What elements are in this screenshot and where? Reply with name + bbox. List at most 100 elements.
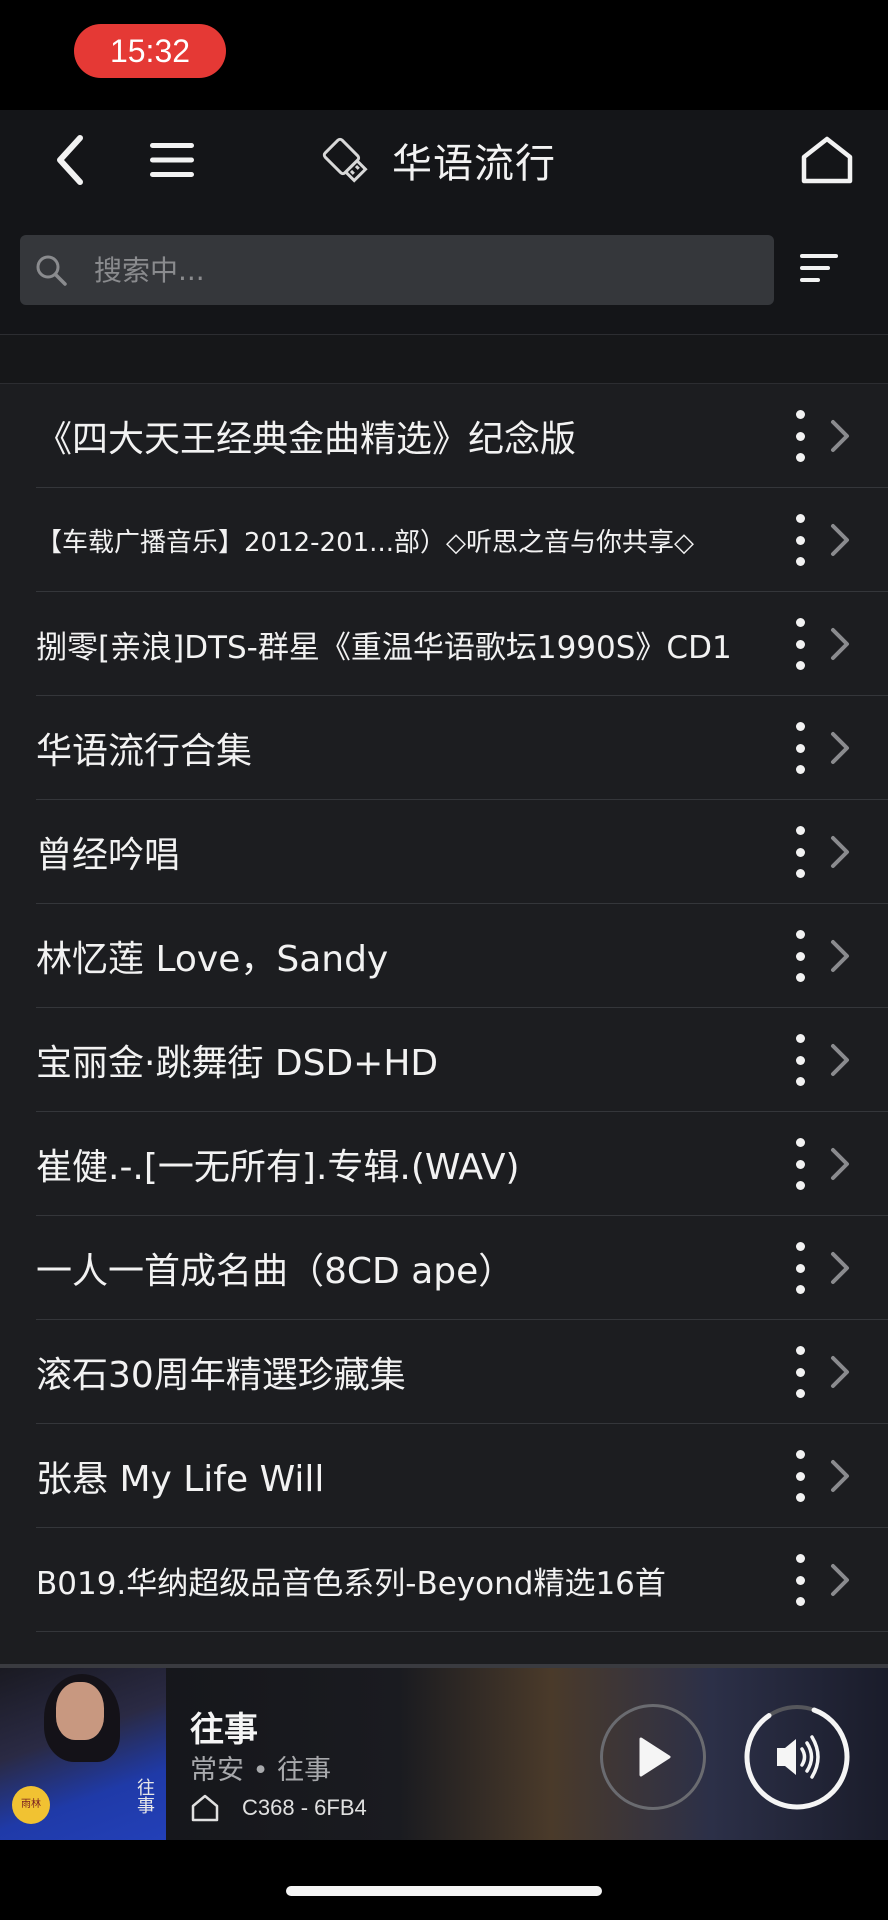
more-options-button[interactable] — [784, 1138, 816, 1190]
list-item-label: 崔健.-.[一无所有].专辑.(WAV) — [36, 1147, 520, 1188]
usb-icon — [320, 134, 372, 186]
sort-icon — [800, 254, 838, 282]
chevron-right-icon[interactable] — [828, 730, 852, 766]
list-item-label: 宝丽金·跳舞街 DSD+HD — [36, 1043, 439, 1084]
list-item[interactable]: 捌零[亲浪]DTS-群星《重温华语歌坛1990S》CD1 — [0, 592, 888, 696]
home-indicator[interactable] — [286, 1886, 602, 1896]
more-dot — [795, 1493, 805, 1502]
more-options-button[interactable] — [784, 1554, 816, 1606]
page-title: 华语流行 — [392, 141, 556, 187]
album-art-text: 往事 — [134, 1778, 155, 1814]
home-device-icon — [190, 1793, 220, 1823]
list-item[interactable]: 《四大天王经典金曲精选》纪念版 — [0, 384, 888, 488]
more-dot — [795, 1159, 805, 1169]
volume-button[interactable] — [744, 1704, 850, 1810]
list-item[interactable]: 宝丽金·跳舞街 DSD+HD — [0, 1008, 888, 1112]
chevron-right-icon[interactable] — [828, 1042, 852, 1078]
chevron-right-icon[interactable] — [828, 834, 852, 870]
more-dot — [795, 743, 805, 753]
list-item[interactable]: 华语流行合集 — [0, 696, 888, 800]
home-icon — [801, 136, 853, 184]
more-dot — [795, 1285, 805, 1294]
chevron-right-icon[interactable] — [828, 522, 852, 558]
more-dot — [795, 1389, 805, 1398]
more-options-button[interactable] — [784, 618, 816, 670]
more-dot — [795, 1077, 805, 1086]
list-item-label: 【车载广播音乐】2012-201...部）◇听思之音与你共享◇ — [36, 527, 694, 558]
more-dot — [795, 1263, 805, 1273]
more-dot — [795, 847, 805, 857]
more-options-button[interactable] — [784, 410, 816, 462]
search-row — [0, 210, 888, 334]
more-dot — [795, 973, 805, 982]
more-dot — [795, 930, 805, 939]
list-item-label: B019.华纳超级品音色系列-Beyond精选16首 — [36, 1565, 666, 1602]
status-bar: 15:32 — [0, 0, 888, 110]
album-art[interactable]: 雨林 往事 — [0, 1668, 166, 1840]
list-item[interactable]: 林忆莲 Love，Sandy — [0, 904, 888, 1008]
more-dot — [795, 1450, 805, 1459]
more-options-button[interactable] — [784, 1034, 816, 1086]
more-dot — [795, 557, 805, 566]
more-options-button[interactable] — [784, 826, 816, 878]
more-dot — [795, 1181, 805, 1190]
list-item[interactable]: 崔健.-.[一无所有].专辑.(WAV) — [0, 1112, 888, 1216]
more-dot — [795, 1575, 805, 1585]
list-item[interactable]: B019.华纳超级品音色系列-Beyond精选16首 — [0, 1528, 888, 1632]
more-options-button[interactable] — [784, 930, 816, 982]
more-dot — [795, 535, 805, 545]
list-item-label: 滚石30周年精選珍藏集 — [36, 1355, 406, 1396]
list-item-label: 华语流行合集 — [36, 731, 253, 772]
chevron-right-icon[interactable] — [828, 1250, 852, 1286]
chevron-right-icon[interactable] — [828, 1562, 852, 1598]
more-dot — [795, 1346, 805, 1355]
more-dot — [795, 661, 805, 670]
chevron-right-icon[interactable] — [828, 938, 852, 974]
row-divider — [36, 1631, 888, 1632]
search-icon — [34, 252, 70, 288]
sort-button[interactable] — [796, 250, 844, 290]
album-list: 《四大天王经典金曲精选》纪念版【车载广播音乐】2012-201...部）◇听思之… — [0, 384, 888, 1632]
more-dot — [795, 1554, 805, 1563]
chevron-right-icon[interactable] — [828, 418, 852, 454]
search-input[interactable] — [94, 253, 714, 287]
more-dot — [795, 1034, 805, 1043]
device-label: C368 - 6FB4 — [242, 1795, 367, 1820]
more-options-button[interactable] — [784, 1346, 816, 1398]
menu-icon — [150, 143, 194, 177]
volume-icon — [744, 1705, 850, 1810]
list-item[interactable]: 滚石30周年精選珍藏集 — [0, 1320, 888, 1424]
play-button[interactable] — [600, 1704, 706, 1810]
more-dot — [795, 1471, 805, 1481]
home-button[interactable] — [795, 128, 859, 192]
list-item[interactable]: 张悬 My Life Will — [0, 1424, 888, 1528]
track-subtitle: 常安 • 往事 — [190, 1755, 332, 1786]
chevron-right-icon[interactable] — [828, 1146, 852, 1182]
list-item[interactable]: 一人一首成名曲（8CD ape） — [0, 1216, 888, 1320]
list-item[interactable]: 曾经吟唱 — [0, 800, 888, 904]
chevron-right-icon[interactable] — [828, 1458, 852, 1494]
list-item-label: 《四大天王经典金曲精选》纪念版 — [36, 419, 577, 460]
search-box[interactable] — [20, 235, 774, 305]
play-icon — [639, 1737, 671, 1777]
more-dot — [795, 410, 805, 419]
list-item[interactable]: 【车载广播音乐】2012-201...部）◇听思之音与你共享◇ — [0, 488, 888, 592]
more-options-button[interactable] — [784, 1242, 816, 1294]
more-dot — [795, 639, 805, 649]
list-item-label: 曾经吟唱 — [36, 835, 181, 876]
more-dot — [795, 722, 805, 731]
album-art-figure-face — [56, 1682, 104, 1740]
back-button[interactable] — [40, 128, 100, 192]
more-dot — [795, 869, 805, 878]
now-playing-bar[interactable]: 雨林 往事 往事 常安 • 往事 C368 - 6FB4 — [0, 1668, 888, 1840]
more-options-button[interactable] — [784, 722, 816, 774]
more-dot — [795, 951, 805, 961]
album-art-badge: 雨林 — [12, 1786, 50, 1824]
chevron-right-icon[interactable] — [828, 1354, 852, 1390]
status-time: 15:32 — [74, 24, 226, 78]
list-item-label: 林忆莲 Love，Sandy — [36, 939, 389, 980]
chevron-right-icon[interactable] — [828, 626, 852, 662]
more-options-button[interactable] — [784, 1450, 816, 1502]
more-options-button[interactable] — [784, 514, 816, 566]
menu-button[interactable] — [140, 128, 204, 192]
